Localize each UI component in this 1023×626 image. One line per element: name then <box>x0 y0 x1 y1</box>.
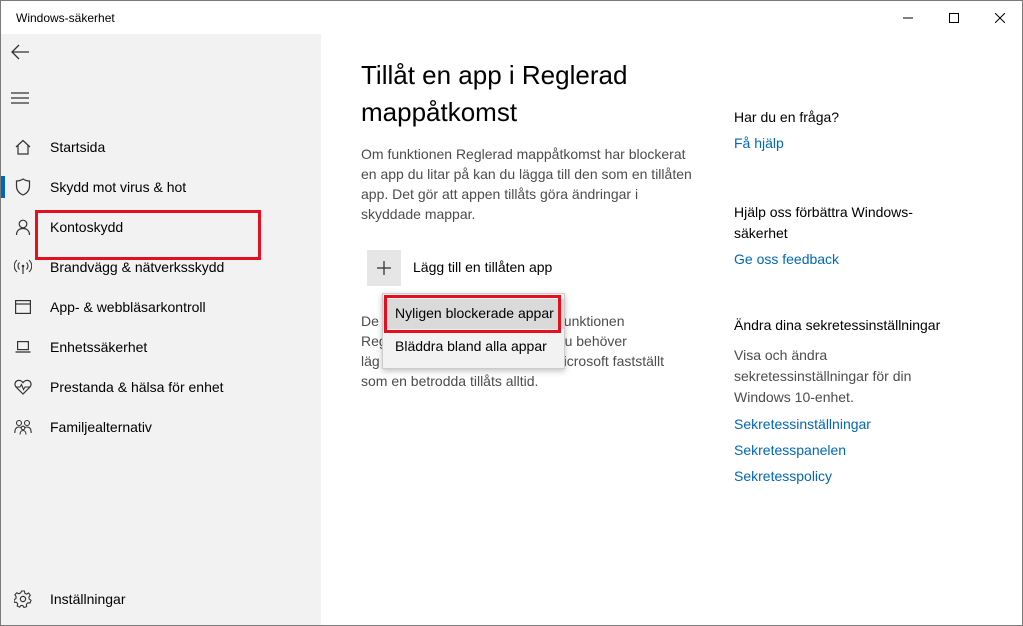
description-line: Microsoft fastställt <box>552 353 665 369</box>
sidebar-item-label: App- & webbläsarkontroll <box>50 299 206 315</box>
sidebar-item-label: Brandvägg & nätverksskydd <box>50 259 225 275</box>
person-icon <box>14 218 32 236</box>
help-heading: Har du en fråga? <box>734 109 840 125</box>
description-line: t du behöver <box>549 333 627 349</box>
close-button[interactable] <box>977 1 1022 34</box>
sidebar: Startsida Skydd mot virus & hot Kontosky… <box>1 34 321 625</box>
privacy-description: Visa och ändra sekretessinställningar fö… <box>734 347 912 405</box>
sidebar-item-family-options[interactable]: Familjealternativ <box>1 407 321 447</box>
close-icon <box>995 12 1005 23</box>
help-section: Har du en fråga? Få hjälp <box>734 107 994 153</box>
app-window-icon <box>14 298 32 316</box>
home-icon <box>14 138 32 156</box>
heart-pulse-icon <box>14 378 32 396</box>
hamburger-menu-button[interactable] <box>11 91 31 105</box>
description-line: v funktionen <box>549 313 625 329</box>
sidebar-item-home[interactable]: Startsida <box>1 127 321 167</box>
settings-label: Inställningar <box>50 591 126 607</box>
window-title: Windows-säkerhet <box>16 11 115 25</box>
privacy-heading: Ändra dina sekretessinställningar <box>734 317 941 333</box>
hamburger-icon <box>11 92 29 104</box>
sidebar-item-settings[interactable]: Inställningar <box>1 579 321 619</box>
sidebar-item-device-security[interactable]: Enhetssäkerhet <box>1 327 321 367</box>
add-allowed-app-label: Lägg till en tillåten app <box>413 259 553 275</box>
description-line: som en betrodda tillåts alltid. <box>361 373 539 389</box>
sidebar-item-label: Enhetssäkerhet <box>50 339 148 355</box>
highlight-frame <box>384 295 561 333</box>
maximize-icon <box>949 12 959 23</box>
sidebar-item-label: Startsida <box>50 139 106 155</box>
menu-item-browse-all[interactable]: Bläddra bland alla appar <box>383 332 564 362</box>
app-window: Windows-säkerhet Startsida Skydd mot vir… <box>0 0 1023 626</box>
minimize-icon <box>903 17 913 18</box>
sidebar-item-device-health[interactable]: Prestanda & hälsa för enhet <box>1 367 321 407</box>
menu-item-label: Bläddra bland alla appar <box>395 338 547 354</box>
back-arrow-icon <box>11 44 29 60</box>
page-title: Tillåt en app i Reglerad mappåtkomst <box>361 60 628 127</box>
add-allowed-app-button[interactable]: Lägg till en tillåten app <box>361 250 580 286</box>
sidebar-item-label: Skydd mot virus & hot <box>50 179 187 195</box>
highlight-frame <box>35 210 261 260</box>
title-bar: Windows-säkerhet <box>1 1 1022 34</box>
get-help-link[interactable]: Få hjälp <box>734 133 994 153</box>
gear-icon <box>13 590 32 609</box>
family-icon <box>14 418 32 436</box>
feedback-section: Hjälp oss förbättra Windows-säkerhet Ge … <box>734 202 949 269</box>
privacy-section: Ändra dina sekretessinställningar Visa o… <box>734 315 994 486</box>
selection-indicator <box>1 176 5 198</box>
shield-icon <box>14 178 32 196</box>
privacy-dashboard-link[interactable]: Sekretesspanelen <box>734 440 994 460</box>
laptop-icon <box>14 338 32 356</box>
maximize-button[interactable] <box>931 1 977 34</box>
sidebar-item-app-browser-control[interactable]: App- & webbläsarkontroll <box>1 287 321 327</box>
minimize-button[interactable] <box>885 1 931 34</box>
plus-icon <box>367 250 401 286</box>
privacy-policy-link[interactable]: Sekretesspolicy <box>734 466 994 486</box>
page-description: Om funktionen Reglerad mappåtkomst har b… <box>361 146 692 222</box>
feedback-link[interactable]: Ge oss feedback <box>734 249 949 269</box>
sidebar-item-label: Prestanda & hälsa för enhet <box>50 379 224 395</box>
sidebar-item-virus-protection[interactable]: Skydd mot virus & hot <box>1 167 321 207</box>
sidebar-item-label: Familjealternativ <box>50 419 152 435</box>
privacy-settings-link[interactable]: Sekretessinställningar <box>734 414 994 434</box>
back-button[interactable] <box>10 44 32 64</box>
antenna-icon <box>14 258 32 276</box>
feedback-heading: Hjälp oss förbättra Windows-säkerhet <box>734 204 913 241</box>
